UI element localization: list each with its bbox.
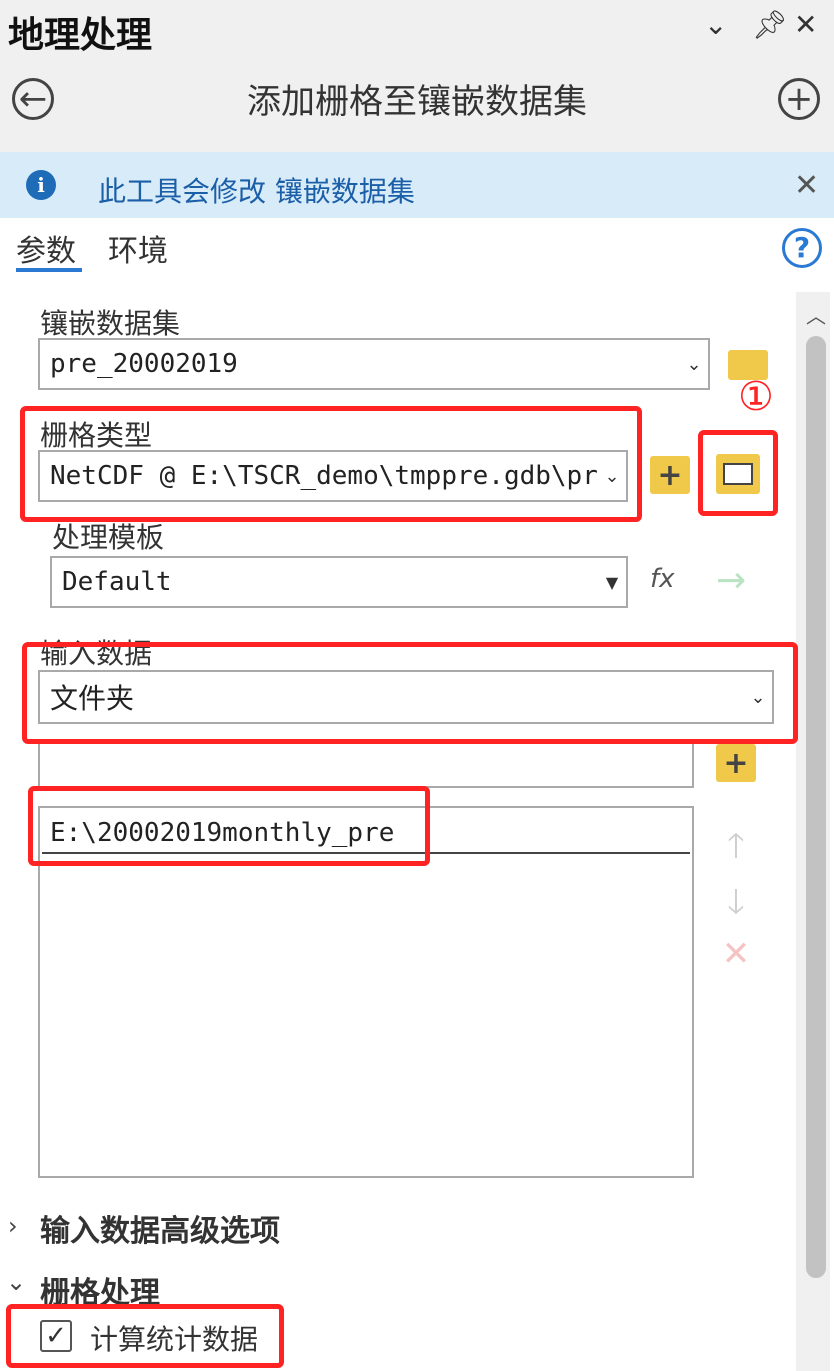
- tab-environments[interactable]: 环境: [108, 226, 168, 270]
- annotation-marker: ①: [738, 374, 774, 420]
- list-item[interactable]: E:\20002019monthly_pre: [42, 814, 690, 854]
- mosaic-dataset-dropdown[interactable]: pre_20002019 ⌄: [38, 338, 710, 390]
- move-down-icon: 🡓: [727, 882, 745, 922]
- raster-type-properties-icon[interactable]: [716, 454, 760, 494]
- function-editor-icon[interactable]: fx: [650, 564, 675, 594]
- chevron-down-icon: ⌄: [750, 686, 766, 708]
- close-icon[interactable]: ✕: [794, 10, 817, 40]
- chevron-down-icon: ⌄: [686, 353, 702, 375]
- remove-icon: ✕: [721, 934, 751, 974]
- processing-template-label: 处理模板: [52, 521, 165, 554]
- scroll-up-icon[interactable]: ︿: [806, 300, 826, 329]
- chevron-right-icon[interactable]: ›: [8, 1212, 18, 1240]
- processing-template-value: Default: [62, 567, 172, 597]
- chevron-down-icon: ⌄: [604, 465, 620, 487]
- list-item-path: E:\20002019monthly_pre: [50, 818, 395, 848]
- pin-icon[interactable]: 📌︎: [752, 10, 788, 40]
- add-input-icon[interactable]: +: [716, 744, 756, 782]
- info-icon: i: [26, 170, 56, 200]
- input-data-label: 输入数据: [40, 637, 153, 670]
- mosaic-dataset-value: pre_20002019: [50, 349, 238, 379]
- input-data-value: 文件夹: [50, 682, 135, 715]
- help-icon[interactable]: ?: [782, 228, 822, 268]
- arrow-right-icon: →: [716, 560, 747, 601]
- plus-circle-icon[interactable]: +: [778, 78, 820, 120]
- move-up-icon: 🡑: [727, 826, 745, 866]
- chevron-down-icon[interactable]: ⌄: [6, 1268, 26, 1296]
- section-raster-processing[interactable]: 栅格处理: [40, 1268, 160, 1312]
- pane-title: 地理处理: [8, 15, 153, 56]
- compute-statistics-label: 计算统计数据: [90, 1323, 259, 1356]
- dropdown-triangle-icon: ▼: [605, 572, 619, 592]
- active-tab-indicator: [16, 268, 82, 272]
- chevron-down-icon[interactable]: ⌄: [704, 10, 727, 40]
- tool-title: 添加栅格至镶嵌数据集: [247, 82, 587, 122]
- add-raster-type-icon[interactable]: +: [650, 456, 690, 494]
- input-list[interactable]: E:\20002019monthly_pre: [38, 806, 694, 1178]
- raster-type-label: 栅格类型: [40, 419, 153, 452]
- raster-type-value: NetCDF @ E:\TSCR_demo\tmppre.gdb\pre_: [50, 461, 598, 491]
- close-icon[interactable]: ✕: [794, 168, 819, 203]
- tab-parameters[interactable]: 参数: [16, 226, 76, 270]
- processing-template-dropdown[interactable]: Default ▼: [50, 556, 628, 608]
- info-text[interactable]: 此工具会修改 镶嵌数据集: [98, 170, 415, 210]
- section-input-advanced[interactable]: 输入数据高级选项: [40, 1206, 280, 1250]
- input-entry-field[interactable]: [38, 744, 694, 788]
- scrollbar-thumb[interactable]: [806, 336, 826, 1278]
- compute-statistics-checkbox[interactable]: ✓: [40, 1320, 72, 1352]
- input-data-dropdown[interactable]: 文件夹 ⌄: [38, 670, 774, 724]
- raster-type-dropdown[interactable]: NetCDF @ E:\TSCR_demo\tmppre.gdb\pre_ ⌄: [38, 450, 628, 502]
- mosaic-dataset-label: 镶嵌数据集: [40, 307, 181, 340]
